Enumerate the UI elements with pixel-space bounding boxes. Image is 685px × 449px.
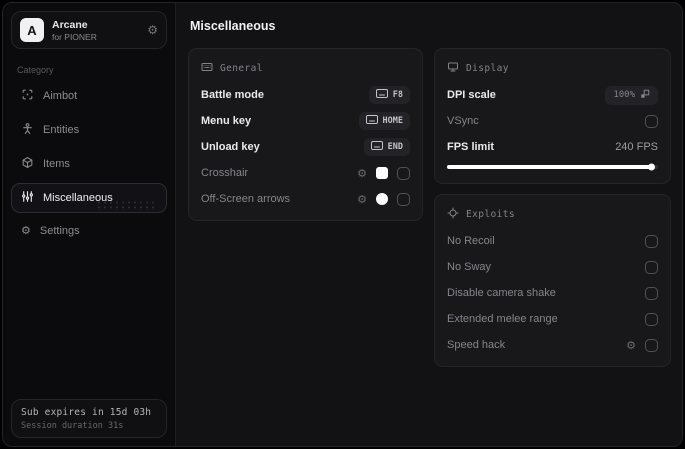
row-label: Menu key bbox=[201, 115, 252, 127]
display-panel-header: Display bbox=[447, 61, 658, 76]
entities-person-icon bbox=[21, 122, 34, 138]
offscreen-color-swatch[interactable] bbox=[376, 193, 388, 205]
offscreen-checkbox[interactable] bbox=[397, 192, 410, 206]
row-label: No Recoil bbox=[447, 235, 495, 247]
app-settings-gear-icon[interactable] bbox=[147, 22, 158, 38]
app-card: A Arcane for PIONER bbox=[11, 11, 167, 49]
speed-hack-settings-gear-icon[interactable] bbox=[626, 337, 636, 353]
row-label: Speed hack bbox=[447, 339, 506, 351]
row-label: Crosshair bbox=[201, 167, 249, 179]
dpi-scale-row: DPI scale 100% bbox=[447, 82, 658, 108]
keyboard-icon bbox=[365, 115, 378, 127]
row-label: Extended melee range bbox=[447, 313, 558, 325]
no-sway-row: No Sway bbox=[447, 254, 658, 280]
keyboard-icon bbox=[201, 61, 213, 76]
sidebar-item-label: Aimbot bbox=[43, 90, 78, 102]
sidebar-item-label: Items bbox=[43, 158, 70, 170]
resize-icon bbox=[640, 89, 650, 102]
display-panel: Display DPI scale 100% VSync FPS limit 2… bbox=[434, 48, 671, 184]
sidebar-item-items[interactable]: Items bbox=[11, 149, 167, 179]
menu-key-keybind[interactable]: HOME bbox=[358, 112, 410, 130]
sidebar-item-label: Miscellaneous bbox=[43, 192, 113, 204]
sidebar: A Arcane for PIONER Category Aimbot bbox=[3, 3, 176, 446]
category-label: Category bbox=[17, 65, 54, 75]
fps-limit-slider[interactable] bbox=[447, 163, 658, 171]
aimbot-scan-icon bbox=[21, 88, 34, 104]
offscreen-arrows-row: Off-Screen arrows bbox=[201, 186, 410, 212]
main-content: Miscellaneous General Battle mode F8 Men… bbox=[176, 3, 682, 446]
crosshair-row: Crosshair bbox=[201, 160, 410, 186]
row-label: DPI scale bbox=[447, 89, 496, 101]
row-label: Off-Screen arrows bbox=[201, 193, 291, 205]
row-label: FPS limit bbox=[447, 141, 495, 153]
fps-slider-knob[interactable] bbox=[647, 163, 655, 171]
extended-melee-range-row: Extended melee range bbox=[447, 306, 658, 332]
no-recoil-checkbox[interactable] bbox=[645, 234, 658, 248]
crosshair-checkbox[interactable] bbox=[397, 166, 410, 180]
battle-mode-keybind[interactable]: F8 bbox=[368, 86, 410, 104]
unload-key-row: Unload key END bbox=[201, 134, 410, 160]
keybind-value: END bbox=[387, 142, 403, 152]
items-box-icon bbox=[21, 156, 34, 172]
keyboard-icon bbox=[370, 141, 383, 153]
sidebar-item-label: Settings bbox=[39, 224, 80, 237]
crosshair-settings-gear-icon[interactable] bbox=[357, 165, 367, 181]
sidebar-item-entities[interactable]: Entities bbox=[11, 115, 167, 145]
keybind-value: F8 bbox=[392, 90, 403, 100]
general-panel-header: General bbox=[201, 61, 410, 76]
row-label: Disable camera shake bbox=[447, 287, 556, 299]
row-label: Unload key bbox=[201, 141, 260, 153]
panel-title: Display bbox=[466, 63, 509, 74]
vsync-row: VSync bbox=[447, 108, 658, 134]
page-title: Miscellaneous bbox=[190, 19, 276, 33]
gear-icon bbox=[21, 224, 31, 237]
disable-camera-shake-row: Disable camera shake bbox=[447, 280, 658, 306]
no-recoil-row: No Recoil bbox=[447, 228, 658, 254]
general-panel: General Battle mode F8 Menu key HOME Unl… bbox=[188, 48, 423, 221]
fps-limit-value: 240 FPS bbox=[615, 141, 658, 153]
app-subtitle: for PIONER bbox=[52, 31, 97, 42]
fps-limit-row: FPS limit 240 FPS bbox=[447, 134, 658, 160]
fps-slider-fill bbox=[447, 163, 655, 171]
sidebar-item-label: Entities bbox=[43, 124, 80, 136]
row-label: Battle mode bbox=[201, 89, 264, 101]
sidebar-item-miscellaneous[interactable]: Miscellaneous bbox=[11, 183, 167, 213]
sidebar-nav: Aimbot Entities Items Miscellaneous ⚙ Se… bbox=[11, 81, 167, 244]
speed-hack-row: Speed hack bbox=[447, 332, 658, 358]
app-name: Arcane bbox=[52, 18, 88, 31]
app-texts: Arcane for PIONER bbox=[52, 19, 97, 42]
unload-key-keybind[interactable]: END bbox=[363, 138, 410, 156]
keyboard-icon bbox=[375, 89, 388, 101]
sidebar-item-settings[interactable]: Settings bbox=[11, 217, 167, 244]
dpi-value: 100% bbox=[613, 90, 635, 100]
app-logo: A bbox=[20, 18, 44, 42]
sub-expiry-text: Sub expires in 15d 03h bbox=[21, 407, 152, 418]
no-sway-checkbox[interactable] bbox=[645, 260, 658, 274]
row-label: No Sway bbox=[447, 261, 492, 273]
speed-hack-checkbox[interactable] bbox=[645, 338, 658, 352]
crosshair-color-swatch[interactable] bbox=[376, 167, 388, 179]
vsync-checkbox[interactable] bbox=[645, 114, 658, 128]
monitor-icon bbox=[447, 61, 459, 76]
exploits-panel-header: Exploits bbox=[447, 207, 658, 222]
panel-title: Exploits bbox=[466, 209, 515, 220]
sidebar-item-aimbot[interactable]: Aimbot bbox=[11, 81, 167, 111]
session-duration-text: Session duration 31s bbox=[21, 421, 124, 431]
panel-title: General bbox=[220, 63, 263, 74]
menu-key-row: Menu key HOME bbox=[201, 108, 410, 134]
window: A Arcane for PIONER Category Aimbot bbox=[2, 2, 683, 447]
disable-camera-shake-checkbox[interactable] bbox=[645, 286, 658, 300]
crosshair-icon bbox=[447, 207, 459, 222]
dpi-scale-selector[interactable]: 100% bbox=[605, 85, 658, 105]
extended-melee-range-checkbox[interactable] bbox=[645, 312, 658, 326]
misc-sliders-icon bbox=[21, 190, 34, 206]
keybind-value: HOME bbox=[382, 116, 403, 126]
offscreen-settings-gear-icon[interactable] bbox=[357, 191, 367, 207]
row-label: VSync bbox=[447, 115, 479, 127]
battle-mode-row: Battle mode F8 bbox=[201, 82, 410, 108]
exploits-panel: Exploits No Recoil No Sway Disable camer… bbox=[434, 194, 671, 367]
subscription-card: Sub expires in 15d 03h Session duration … bbox=[11, 399, 167, 438]
